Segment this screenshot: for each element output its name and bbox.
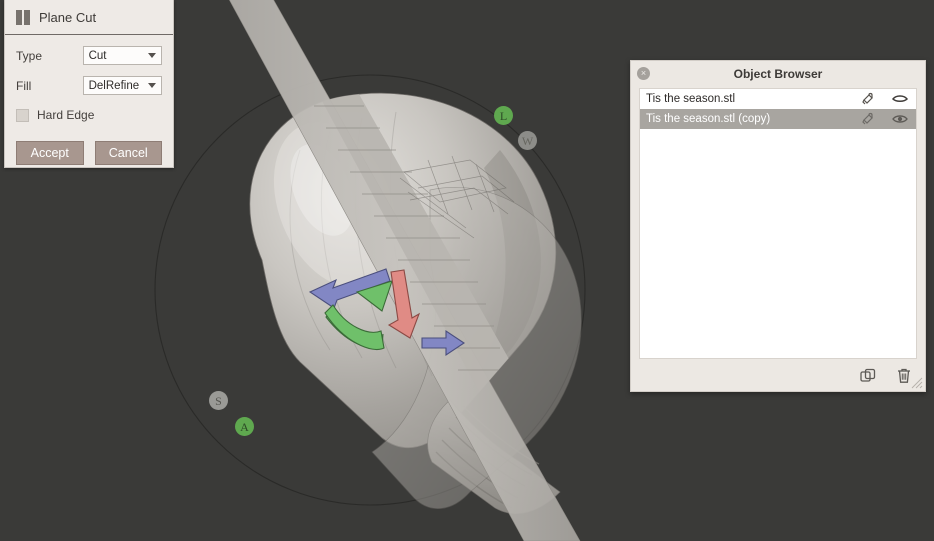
type-row: Type Cut [5,46,173,65]
plane-cut-icon [16,9,30,25]
viewport-marker-s[interactable]: S [209,391,228,410]
duplicate-icon[interactable] [859,367,877,385]
viewport-marker-l[interactable]: L [494,106,513,125]
object-browser-footer [859,367,913,385]
object-list[interactable]: Tis the season.stl Tis the season.stl (c… [639,88,917,359]
plane-cut-titlebar[interactable]: Plane Cut [5,0,173,35]
object-browser-title: Object Browser [733,66,823,81]
select-hand-icon[interactable] [852,91,884,107]
type-label: Type [16,48,43,63]
fill-label: Fill [16,78,32,93]
list-item[interactable]: Tis the season.stl [640,89,916,109]
object-browser-titlebar[interactable]: × Object Browser [631,61,925,86]
object-name: Tis the season.stl [646,93,736,105]
eye-closed-icon[interactable] [884,91,916,107]
resize-grip-icon[interactable] [910,376,923,389]
cancel-button[interactable]: Cancel [94,141,162,165]
application-window: L W S A Plane Cut Type Cut Fill DelRefin… [0,0,934,541]
select-hand-icon[interactable] [852,111,884,127]
hard-edge-label: Hard Edge [37,108,95,122]
object-name: Tis the season.stl (copy) [646,113,771,125]
viewport-marker-w[interactable]: W [518,131,537,150]
accept-button[interactable]: Accept [16,141,84,165]
hard-edge-checkbox[interactable] [16,108,29,122]
plane-cut-actions: Accept Cancel [5,141,173,165]
panel-title: Plane Cut [39,9,97,25]
chevron-down-icon [148,53,156,58]
fill-row: Fill DelRefine [5,76,173,95]
chevron-down-icon [148,83,156,88]
object-browser-panel: × Object Browser Tis the season.stl Tis … [630,60,926,392]
list-item[interactable]: Tis the season.stl (copy) [640,109,916,129]
hard-edge-row[interactable]: Hard Edge [5,108,173,122]
fill-dropdown[interactable]: DelRefine [82,76,162,95]
viewport-marker-a[interactable]: A [235,417,254,436]
close-icon[interactable]: × [637,67,650,80]
type-value: Cut [88,49,107,62]
fill-value: DelRefine [88,79,140,92]
plane-cut-panel: Plane Cut Type Cut Fill DelRefine Hard E… [4,0,174,168]
eye-open-icon[interactable] [884,111,916,127]
type-dropdown[interactable]: Cut [82,46,162,65]
